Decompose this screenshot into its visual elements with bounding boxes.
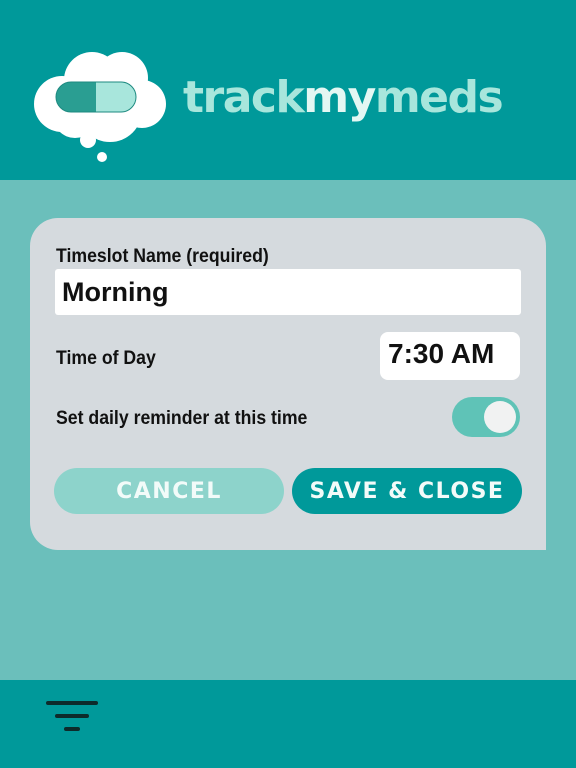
filter-icon[interactable] xyxy=(46,701,98,735)
cancel-button[interactable]: CANCEL xyxy=(54,468,284,514)
time-of-day-field[interactable]: 7:30 AM xyxy=(380,332,520,380)
cloud-pill-icon xyxy=(34,52,166,162)
timeslot-card: Timeslot Name (required) Time of Day 7:3… xyxy=(30,218,546,550)
brand-part-my: my xyxy=(303,72,376,123)
reminder-toggle[interactable] xyxy=(452,397,520,437)
time-of-day-label: Time of Day xyxy=(56,348,156,369)
brand-part-track: track xyxy=(183,72,305,123)
toggle-knob xyxy=(484,401,516,433)
app-header: trackmymeds xyxy=(0,0,576,180)
bottom-bar xyxy=(0,680,576,768)
timeslot-name-input[interactable] xyxy=(55,269,521,315)
brand-wordmark: trackmymeds xyxy=(183,70,504,126)
reminder-label: Set daily reminder at this time xyxy=(56,408,308,429)
brand-part-meds: meds xyxy=(374,72,504,123)
timeslot-name-label: Timeslot Name (required) xyxy=(56,246,269,267)
save-close-button[interactable]: SAVE & CLOSE xyxy=(292,468,522,514)
